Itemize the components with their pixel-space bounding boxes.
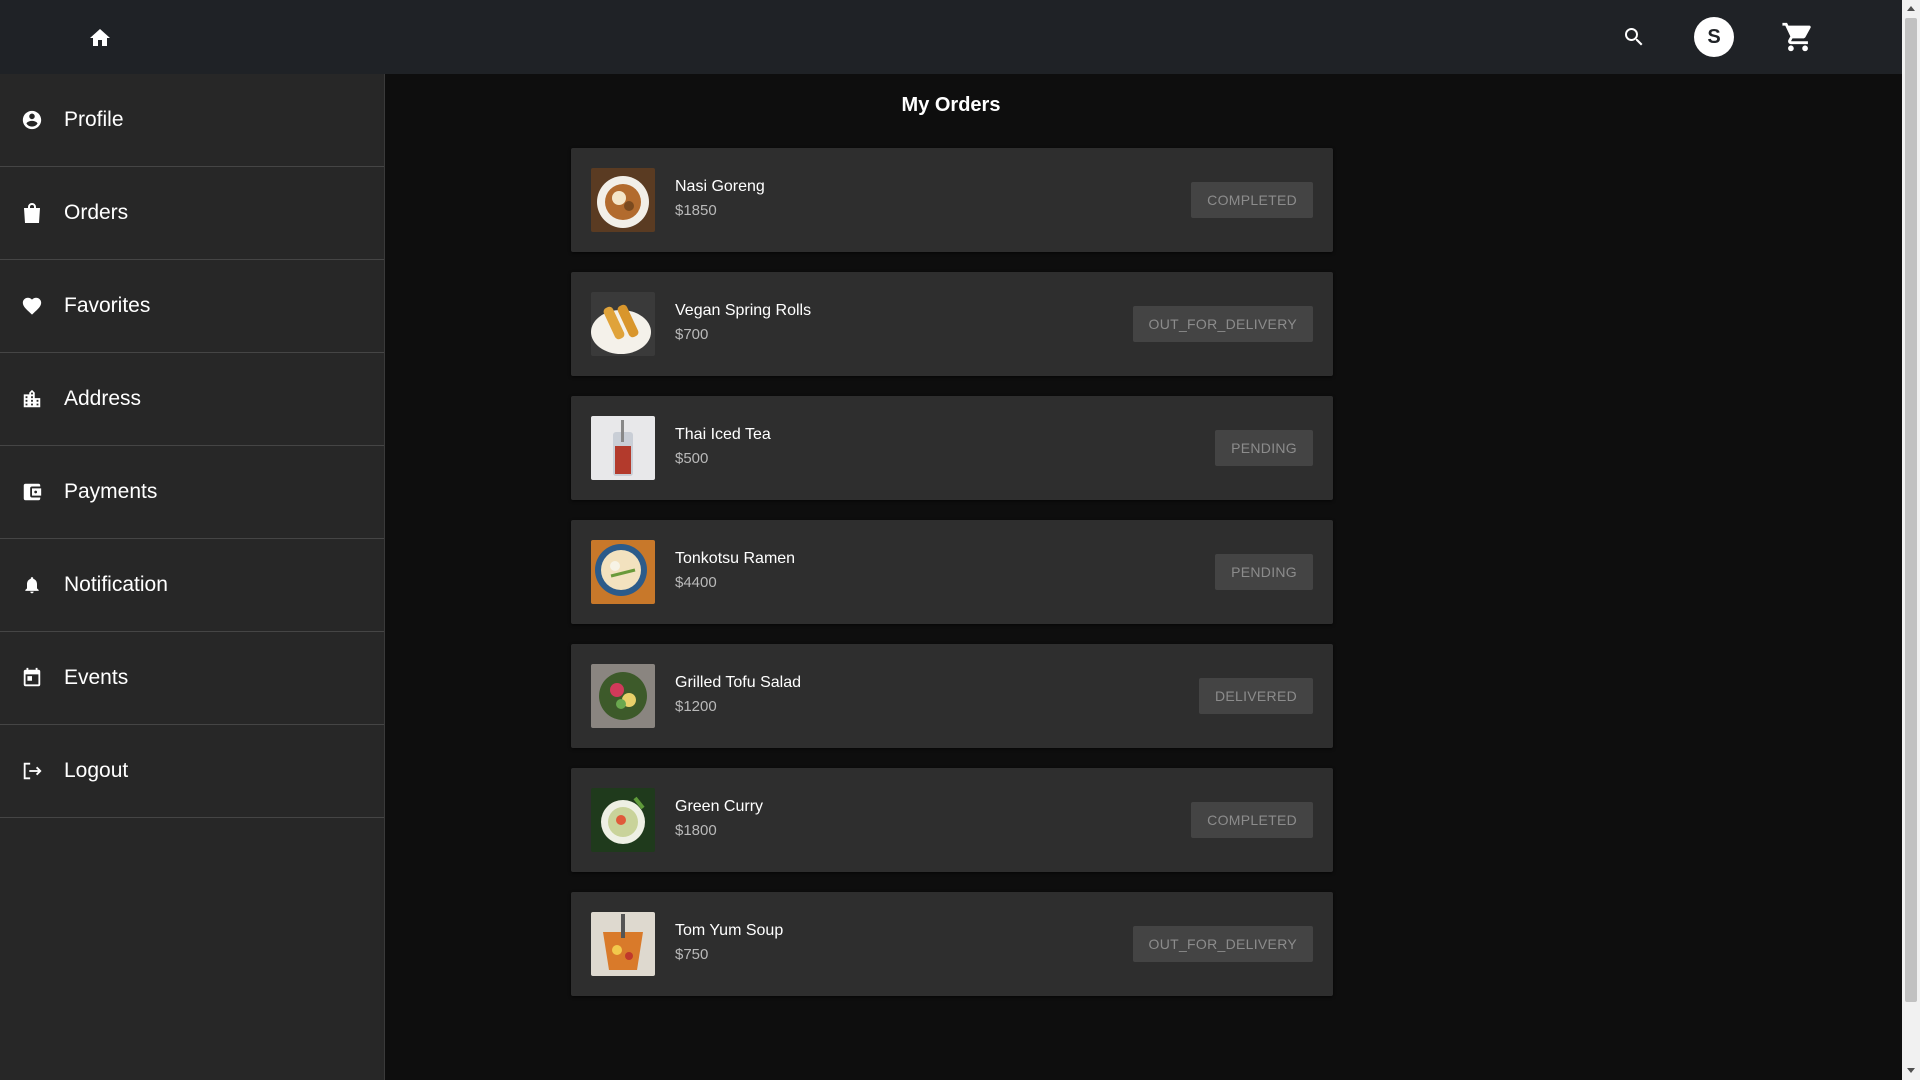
- sidebar-item-notification[interactable]: Notification: [0, 539, 384, 632]
- heart-icon: [20, 294, 44, 318]
- order-card[interactable]: Thai Iced Tea $500 PENDING: [571, 396, 1333, 500]
- order-card[interactable]: Vegan Spring Rolls $700 OUT_FOR_DELIVERY: [571, 272, 1333, 376]
- sidebar-item-label: Payments: [64, 480, 158, 503]
- order-item-name: Thai Iced Tea: [675, 426, 771, 443]
- sidebar-item-logout[interactable]: Logout: [0, 725, 384, 818]
- order-card[interactable]: Grilled Tofu Salad $1200 DELIVERED: [571, 644, 1333, 748]
- order-item-name: Grilled Tofu Salad: [675, 674, 801, 691]
- order-item-price: $1850: [675, 202, 717, 219]
- order-item-name: Vegan Spring Rolls: [675, 302, 812, 319]
- bell-icon: [20, 573, 44, 597]
- scroll-down-arrow-icon[interactable]: [1907, 1068, 1915, 1073]
- food-thumbnail: [591, 416, 655, 480]
- status-badge: COMPLETED: [1191, 182, 1313, 218]
- status-badge: OUT_FOR_DELIVERY: [1132, 926, 1313, 962]
- location-city-icon: [20, 387, 44, 411]
- order-card[interactable]: Green Curry $1800 COMPLETED: [571, 768, 1333, 872]
- order-item-name: Tom Yum Soup: [675, 922, 784, 939]
- sidebar-item-favorites[interactable]: Favorites: [0, 260, 384, 353]
- sidebar-item-label: Address: [64, 387, 142, 410]
- orders-list: Nasi Goreng $1850 COMPLETED Vegan Spring…: [571, 148, 1333, 1016]
- main-content: My Orders Nasi Goreng $1850 COMPLETED Ve…: [385, 74, 1902, 1080]
- avatar[interactable]: S: [1694, 17, 1734, 57]
- order-item-name: Tonkotsu Ramen: [675, 550, 796, 567]
- home-icon[interactable]: [88, 26, 112, 50]
- sidebar-item-label: Notification: [64, 573, 168, 596]
- status-badge: COMPLETED: [1191, 802, 1313, 838]
- sidebar-item-payments[interactable]: Payments: [0, 446, 384, 539]
- order-card[interactable]: Tonkotsu Ramen $4400 PENDING: [571, 520, 1333, 624]
- status-badge: DELIVERED: [1198, 678, 1313, 714]
- sidebar-item-label: Orders: [64, 201, 129, 224]
- scrollbar-thumb[interactable]: [1905, 18, 1917, 1002]
- sidebar-item-address[interactable]: Address: [0, 353, 384, 446]
- sidebar-item-label: Logout: [64, 759, 129, 782]
- sidebar: Profile Orders Favorites Address Payment…: [0, 74, 385, 1080]
- shopping-bag-icon: [20, 201, 44, 225]
- calendar-icon: [20, 666, 44, 690]
- sidebar-item-label: Events: [64, 666, 129, 689]
- status-badge: PENDING: [1215, 554, 1313, 590]
- order-item-name: Green Curry: [675, 798, 764, 815]
- order-card[interactable]: Nasi Goreng $1850 COMPLETED: [571, 148, 1333, 252]
- sidebar-item-label: Favorites: [64, 294, 151, 317]
- cart-icon[interactable]: [1781, 20, 1815, 54]
- food-thumbnail: [591, 168, 655, 232]
- wallet-icon: [20, 480, 44, 504]
- order-item-price: $700: [675, 326, 709, 343]
- food-thumbnail: [591, 292, 655, 356]
- food-thumbnail: [591, 664, 655, 728]
- sidebar-item-events[interactable]: Events: [0, 632, 384, 725]
- order-item-price: $500: [675, 450, 709, 467]
- food-thumbnail: [591, 788, 655, 852]
- sidebar-item-profile[interactable]: Profile: [0, 74, 384, 167]
- status-badge: OUT_FOR_DELIVERY: [1132, 306, 1313, 342]
- order-item-price: $1200: [675, 698, 717, 715]
- sidebar-item-orders[interactable]: Orders: [0, 167, 384, 260]
- order-card[interactable]: Tom Yum Soup $750 OUT_FOR_DELIVERY: [571, 892, 1333, 996]
- food-thumbnail: [591, 912, 655, 976]
- page-title: My Orders: [901, 94, 1001, 116]
- search-icon[interactable]: [1622, 25, 1646, 49]
- food-thumbnail: [591, 540, 655, 604]
- order-item-price: $1800: [675, 822, 717, 839]
- order-item-name: Nasi Goreng: [675, 178, 765, 195]
- sidebar-item-label: Profile: [64, 108, 124, 131]
- scroll-up-arrow-icon[interactable]: [1907, 6, 1915, 11]
- order-item-price: $750: [675, 946, 709, 963]
- account-circle-icon: [20, 108, 44, 132]
- top-app-bar: S: [0, 0, 1902, 74]
- status-badge: PENDING: [1215, 430, 1313, 466]
- order-item-price: $4400: [675, 574, 717, 591]
- logout-icon: [20, 759, 44, 783]
- vertical-scrollbar[interactable]: [1902, 0, 1920, 1080]
